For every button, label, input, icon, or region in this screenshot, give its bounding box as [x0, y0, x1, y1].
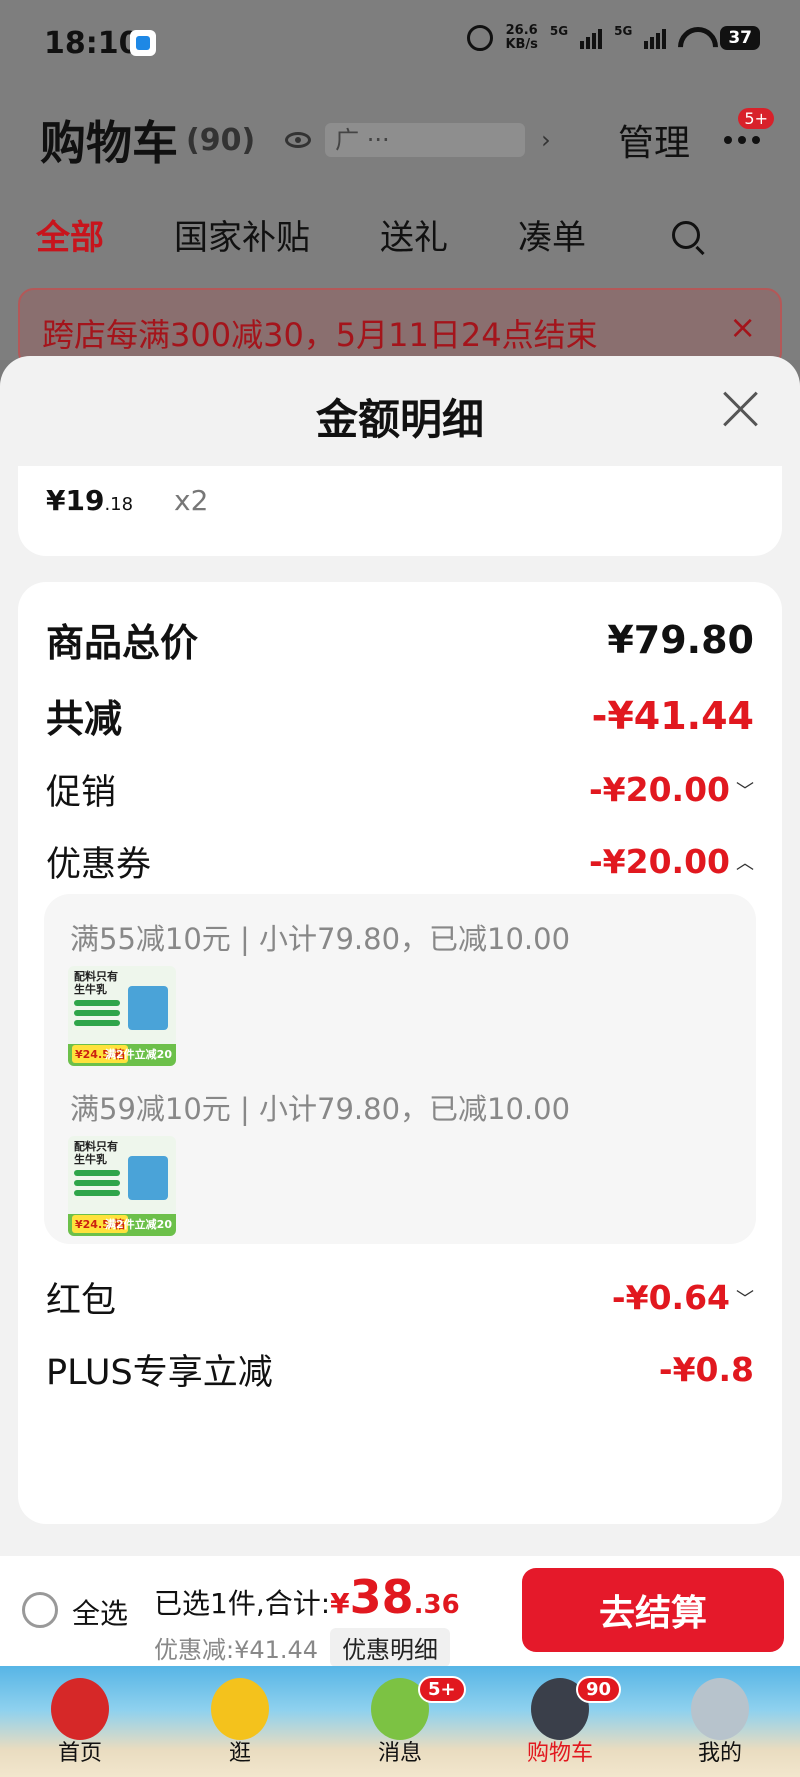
promo-text: 跨店每满300减30，5月11日24点结束 [42, 316, 598, 354]
redpack-label: 红包 [46, 1281, 117, 1321]
price-breakdown-card: 商品总价 ¥79.80 共减 -¥41.44 促销 -¥20.00 ﹀ 优惠券 -… [18, 582, 782, 1524]
red-bird-icon [51, 1678, 109, 1740]
chevron-down-icon[interactable]: ﹀ [736, 777, 754, 803]
promo-label: 促销 [46, 773, 117, 813]
battery-indicator: 37 [720, 26, 760, 50]
status-bar: 18:10 26.6 KB/s 5G 5G 37 [0, 0, 800, 90]
tab-bundle[interactable]: 凑单 [518, 210, 586, 259]
tab-national-subsidy[interactable]: 国家补贴 [174, 210, 310, 259]
yellow-bird-icon [211, 1678, 269, 1740]
manage-button[interactable]: 管理 [618, 114, 690, 166]
signal-icon [580, 27, 603, 49]
tab-home[interactable]: 首页 [0, 1666, 160, 1777]
total-label: 商品总价 [46, 621, 199, 665]
redpack-row[interactable]: 红包 -¥0.64 ﹀ [46, 1272, 754, 1323]
product-thumbnail[interactable]: 配料只有 生牛乳 ¥24.5/箱 满2件立减20 [68, 1136, 176, 1236]
status-time: 18:10 [44, 26, 140, 61]
chevron-up-icon[interactable]: ︿ [736, 849, 754, 875]
bottom-tab-bar: 首页 逛 5+ 消息 90 购物车 我的 [0, 1666, 800, 1777]
notification-badge: 5+ [738, 108, 774, 129]
promo-value: -¥20.00 ﹀ [588, 770, 754, 809]
chevron-down-icon[interactable]: ﹀ [736, 1285, 754, 1311]
select-all-checkbox[interactable] [22, 1592, 58, 1628]
tab-messages[interactable]: 5+ 消息 [320, 1666, 480, 1777]
page-title: 购物车 [40, 116, 178, 170]
tab-all[interactable]: 全部 [36, 210, 104, 259]
promo-row[interactable]: 促销 -¥20.00 ﹀ [46, 764, 754, 815]
signal-label-2: 5G [614, 24, 633, 38]
select-all-label[interactable]: 全选 [72, 1592, 128, 1632]
plus-label: PLUS专享立减 [46, 1353, 273, 1393]
signal-label-1: 5G [549, 24, 569, 38]
reduce-value: -¥41.44 [591, 693, 754, 738]
total-amount: 38 [349, 1570, 414, 1624]
reduce-label: 共减 [46, 697, 123, 741]
notification-badge: 5+ [418, 1676, 466, 1703]
eye-icon[interactable] [285, 132, 312, 148]
cart-header: 购物车 (90) 广 ··· › 管理 5+ [40, 100, 774, 180]
discount-detail-button[interactable]: 优惠明细 [330, 1628, 451, 1667]
coupon-value: -¥20.00 ︿ [588, 842, 754, 881]
signal-icon [644, 27, 667, 49]
close-icon[interactable]: × [729, 308, 756, 346]
more-menu-icon[interactable]: 5+ [724, 108, 774, 144]
plus-row: PLUS专享立减 -¥0.8 [46, 1344, 754, 1395]
total-row: 商品总价 ¥79.80 [46, 612, 754, 667]
item-quantity: x2 [174, 484, 209, 517]
cart-count: (90) [186, 122, 256, 158]
discount-summary: 优惠减:¥41.44 优惠明细 [154, 1628, 451, 1667]
coupon-line-1: 满55减10元 | 小计79.80，已减10.00 [70, 922, 571, 956]
close-icon[interactable] [720, 388, 760, 428]
tab-cart[interactable]: 90 购物车 [480, 1666, 640, 1777]
order-summary: 已选1件,合计: ¥ 38 .36 [154, 1570, 460, 1624]
grey-bird-icon [691, 1678, 749, 1740]
checkout-button[interactable]: 去结算 [522, 1568, 784, 1652]
alarm-icon [467, 25, 494, 51]
tab-explore[interactable]: 逛 [160, 1666, 320, 1777]
coupon-details: 满55减10元 | 小计79.80，已减10.00 配料只有 生牛乳 ¥24.5… [44, 894, 756, 1244]
app-notification-icon [130, 30, 156, 56]
sheet-title: 金额明细 [315, 395, 484, 444]
coupon-row[interactable]: 优惠券 -¥20.00 ︿ [46, 836, 754, 887]
reduce-row: 共减 -¥41.44 [46, 688, 754, 743]
address-selector[interactable]: 广 ··· [325, 123, 526, 157]
cart-badge: 90 [576, 1676, 622, 1703]
checkout-bar: 全选 已选1件,合计: ¥ 38 .36 优惠减:¥41.44 优惠明细 去结算 [0, 1556, 800, 1667]
product-thumbnail[interactable]: 配料只有 生牛乳 ¥24.5/箱 满2件立减20 [68, 966, 176, 1066]
search-icon[interactable] [672, 220, 700, 249]
plus-value: -¥0.8 [658, 1350, 754, 1389]
chevron-right-icon[interactable]: › [541, 126, 551, 154]
total-value: ¥79.80 [607, 617, 754, 662]
amount-detail-sheet: 金额明细 ¥19.18 x2 商品总价 ¥79.80 共减 -¥41.44 促销… [0, 356, 800, 1556]
redpack-value: -¥0.64 ﹀ [611, 1278, 754, 1317]
wifi-icon [678, 27, 708, 49]
coupon-line-2: 满59减10元 | 小计79.80，已减10.00 [70, 1092, 571, 1126]
tab-gift[interactable]: 送礼 [380, 210, 448, 259]
item-price: ¥19.18 [46, 484, 134, 517]
tab-me[interactable]: 我的 [640, 1666, 800, 1777]
item-card: ¥19.18 x2 [18, 466, 782, 556]
net-speed: 26.6 KB/s [505, 23, 538, 52]
filter-tabs: 全部 国家补贴 送礼 凑单 [36, 210, 770, 259]
coupon-label: 优惠券 [46, 845, 152, 885]
